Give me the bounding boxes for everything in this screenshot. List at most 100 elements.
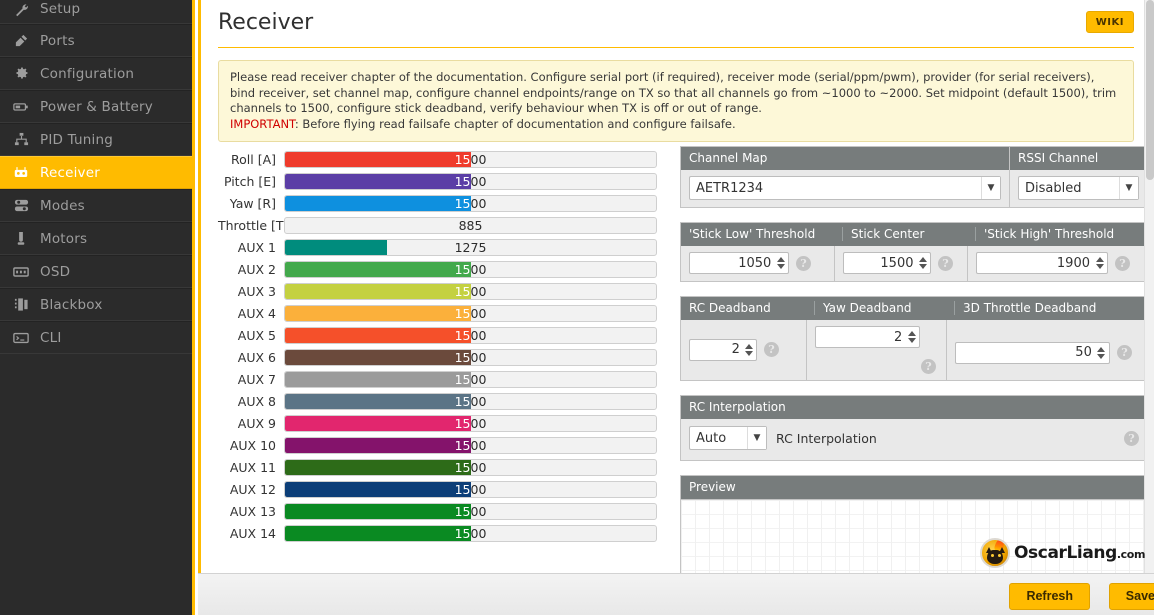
channel-label: Pitch [E] bbox=[218, 174, 284, 189]
yaw-deadband-stepper[interactable] bbox=[815, 326, 920, 348]
sidebar-item-configuration[interactable]: Configuration bbox=[0, 57, 192, 90]
sidebar-item-blackbox[interactable]: Blackbox bbox=[0, 288, 192, 321]
refresh-button[interactable]: Refresh bbox=[1009, 583, 1090, 610]
deadband-header-row: RC Deadband Yaw Deadband 3D Throttle Dea… bbox=[681, 297, 1147, 320]
stick-low-input[interactable] bbox=[690, 253, 776, 273]
sidebar-item-ports[interactable]: Ports bbox=[0, 24, 192, 57]
channel-label: AUX 10 bbox=[218, 438, 284, 453]
throttle3d-deadband-spinner[interactable] bbox=[1097, 343, 1109, 363]
channel-label: AUX 12 bbox=[218, 482, 284, 497]
channel-map-header: Channel Map bbox=[681, 147, 1009, 170]
channel-bar-track: 1500 bbox=[284, 393, 657, 410]
stick-low-stepper[interactable] bbox=[689, 252, 789, 274]
stick-center-stepper[interactable] bbox=[843, 252, 931, 274]
yaw-deadband-spinner[interactable] bbox=[907, 327, 919, 347]
sidebar-item-cli[interactable]: CLI bbox=[0, 321, 192, 354]
channel-bar-list: Roll [A] 1500 Pitch [E] 1500 Yaw [R] 1500 Thro… bbox=[218, 148, 663, 544]
channel-label: AUX 3 bbox=[218, 284, 284, 299]
stick-low-spinner[interactable] bbox=[776, 253, 788, 273]
stick-low-header: 'Stick Low' Threshold bbox=[689, 227, 842, 241]
help-icon[interactable]: ? bbox=[1115, 256, 1130, 271]
channel-row: AUX 11275 bbox=[218, 236, 663, 258]
channel-label: AUX 7 bbox=[218, 372, 284, 387]
channel-label: AUX 11 bbox=[218, 460, 284, 475]
sidebar-item-label: Motors bbox=[40, 231, 87, 247]
channel-bar-track: 1500 bbox=[284, 305, 657, 322]
stick-high-spinner[interactable] bbox=[1095, 253, 1107, 273]
stick-high-stepper[interactable] bbox=[976, 252, 1108, 274]
yaw-deadband-cell: ? bbox=[806, 320, 946, 380]
rc-interpolation-header-label: RC Interpolation bbox=[689, 400, 792, 414]
note-important-label: IMPORTANT bbox=[230, 117, 295, 131]
sliders-icon bbox=[10, 198, 32, 214]
rc-interpolation-header: RC Interpolation bbox=[681, 396, 1147, 419]
stick-high-input[interactable] bbox=[977, 253, 1095, 273]
sidebar-item-osd[interactable]: OSD bbox=[0, 255, 192, 288]
sidebar-item-power-battery[interactable]: Power & Battery bbox=[0, 90, 192, 123]
sidebar-item-label: Configuration bbox=[40, 66, 134, 82]
help-icon[interactable]: ? bbox=[938, 256, 953, 271]
help-icon[interactable]: ? bbox=[1124, 431, 1139, 446]
sidebar-item-pid-tuning[interactable]: PID Tuning bbox=[0, 123, 192, 156]
transmitter-icon bbox=[10, 165, 32, 181]
help-icon[interactable]: ? bbox=[796, 256, 811, 271]
channel-row: AUX 121500 bbox=[218, 478, 663, 500]
throttle3d-deadband-stepper[interactable] bbox=[955, 342, 1110, 364]
rssi-channel-header-label: RSSI Channel bbox=[1018, 151, 1104, 165]
rc-deadband-input[interactable] bbox=[690, 340, 745, 360]
rc-deadband-spinner[interactable] bbox=[745, 340, 756, 360]
sidebar-item-receiver[interactable]: Receiver bbox=[0, 156, 192, 189]
sidebar-item-label: PID Tuning bbox=[40, 132, 113, 148]
oscarliang-watermark: OscarLiang.com bbox=[980, 538, 1145, 568]
channel-row: AUX 61500 bbox=[218, 346, 663, 368]
stick-center-spinner[interactable] bbox=[919, 253, 931, 273]
rssi-channel-select[interactable]: Disabled bbox=[1018, 176, 1139, 200]
throttle3d-deadband-cell: ? bbox=[946, 320, 1147, 380]
deadband-panel: RC Deadband Yaw Deadband 3D Throttle Dea… bbox=[680, 296, 1148, 381]
sidebar-item-modes[interactable]: Modes bbox=[0, 189, 192, 222]
sidebar-item-motors[interactable]: Motors bbox=[0, 222, 192, 255]
channel-bar-track: 1500 bbox=[284, 503, 657, 520]
page-header: Receiver WIKI bbox=[218, 0, 1134, 48]
sidebar-item-setup[interactable]: Setup bbox=[0, 0, 192, 24]
betaflight-configurator-window: SetupPorts Configuration Power & Battery PI… bbox=[0, 0, 1154, 615]
content-scrollbar[interactable] bbox=[1144, 0, 1154, 573]
dragon-flame-logo-icon bbox=[980, 538, 1010, 568]
channel-row: Throttle [T]885 bbox=[218, 214, 663, 236]
channel-label: AUX 1 bbox=[218, 240, 284, 255]
wiki-button[interactable]: WIKI bbox=[1086, 11, 1134, 33]
throttle3d-deadband-input[interactable] bbox=[956, 343, 1097, 363]
channel-row: AUX 31500 bbox=[218, 280, 663, 302]
channel-map-select[interactable]: AETR1234 bbox=[689, 176, 1001, 200]
channel-label: AUX 8 bbox=[218, 394, 284, 409]
rssi-channel-header: RSSI Channel bbox=[1010, 147, 1147, 170]
channel-label: Throttle [T] bbox=[218, 218, 284, 233]
rc-interpolation-select[interactable]: Auto bbox=[689, 426, 767, 450]
channel-bar-track: 1500 bbox=[284, 437, 657, 454]
channel-label: Roll [A] bbox=[218, 152, 284, 167]
channel-bar-track: 1500 bbox=[284, 283, 657, 300]
channel-bar-track: 1500 bbox=[284, 459, 657, 476]
watermark-name: OscarLiang bbox=[1014, 543, 1117, 563]
channel-value: 1500 bbox=[285, 438, 656, 453]
channel-bar-track: 1500 bbox=[284, 261, 657, 278]
yaw-deadband-input[interactable] bbox=[816, 327, 907, 347]
channel-label: Yaw [R] bbox=[218, 196, 284, 211]
stick-low-cell: ? bbox=[681, 246, 834, 281]
help-icon[interactable]: ? bbox=[764, 342, 779, 357]
channel-value: 885 bbox=[285, 218, 656, 233]
channel-bar-track: 1275 bbox=[284, 239, 657, 256]
rc-deadband-stepper[interactable] bbox=[689, 339, 757, 361]
stick-center-header: Stick Center bbox=[842, 227, 975, 241]
help-icon[interactable]: ? bbox=[1117, 345, 1132, 360]
stick-center-input[interactable] bbox=[844, 253, 919, 273]
scrollbar-thumb[interactable] bbox=[1146, 0, 1154, 180]
save-button[interactable]: Save bbox=[1109, 583, 1154, 610]
note-important-text: : Before flying read failsafe chapter of… bbox=[295, 117, 736, 131]
sidebar-item-list: SetupPorts Configuration Power & Battery PI… bbox=[0, 0, 192, 354]
yaw-deadband-header: Yaw Deadband bbox=[814, 301, 954, 315]
help-icon[interactable]: ? bbox=[921, 359, 936, 374]
channel-row: AUX 71500 bbox=[218, 368, 663, 390]
throttle3d-deadband-header: 3D Throttle Deadband bbox=[954, 301, 1139, 315]
sitemap-icon bbox=[10, 132, 32, 148]
